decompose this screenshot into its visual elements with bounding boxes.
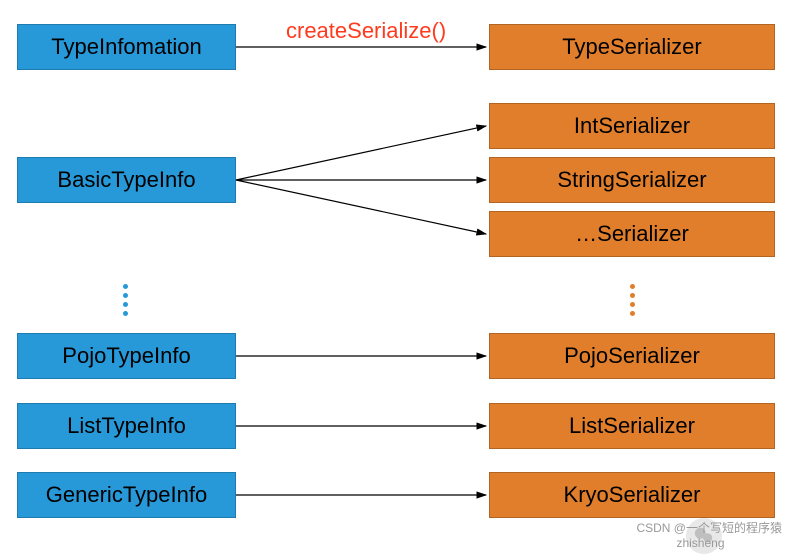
int-serializer-box: IntSerializer xyxy=(489,103,775,149)
csdn-watermark: CSDN @一个写短的程序猿 zhisheng xyxy=(636,519,782,550)
type-information-box: TypeInfomation xyxy=(17,24,236,70)
generic-type-info-box: GenericTypeInfo xyxy=(17,472,236,518)
pojo-type-info-box: PojoTypeInfo xyxy=(17,333,236,379)
pojo-serializer-box: PojoSerializer xyxy=(489,333,775,379)
string-serializer-box: StringSerializer xyxy=(489,157,775,203)
type-serializer-box: TypeSerializer xyxy=(489,24,775,70)
create-serialize-label: createSerialize() xyxy=(286,18,446,44)
ellipsis-orange-icon xyxy=(630,284,635,316)
list-type-info-box: ListTypeInfo xyxy=(17,403,236,449)
etc-serializer-box: …Serializer xyxy=(489,211,775,257)
kryo-serializer-box: KryoSerializer xyxy=(489,472,775,518)
ellipsis-blue-icon xyxy=(123,284,128,316)
list-serializer-box: ListSerializer xyxy=(489,403,775,449)
basic-type-info-box: BasicTypeInfo xyxy=(17,157,236,203)
